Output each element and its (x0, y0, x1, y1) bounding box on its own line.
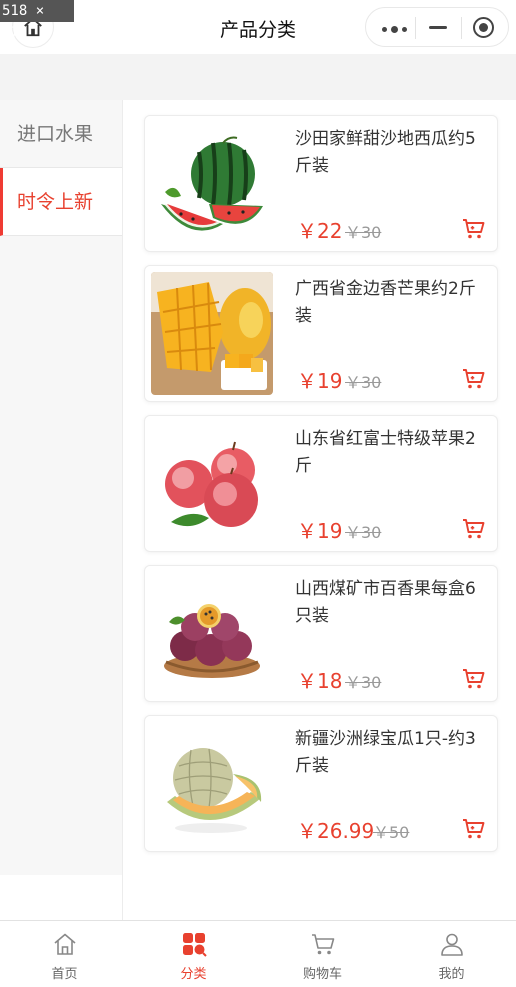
product-original-price: ￥50 (373, 823, 410, 842)
tab-profile[interactable]: 我的 (387, 921, 516, 987)
more-options-icon[interactable] (382, 26, 407, 33)
header-spacer (0, 54, 516, 100)
product-original-price: ￥30 (345, 373, 382, 392)
product-original-price: ￥30 (345, 673, 382, 692)
product-price: ￥19 (297, 369, 343, 393)
close-mini-program-icon[interactable] (473, 17, 494, 38)
tab-label: 我的 (438, 967, 465, 982)
tab-label: 分类 (180, 967, 207, 982)
add-to-cart-icon[interactable] (462, 667, 486, 691)
tab-label: 购物车 (302, 967, 342, 982)
add-to-cart-icon[interactable] (462, 367, 486, 391)
navigation-bar: 产品分类 (0, 0, 516, 54)
tab-category[interactable]: 分类 (129, 921, 258, 987)
cart-icon (311, 934, 334, 955)
product-card[interactable]: 沙田家鲜甜沙地西瓜约5斤装 ￥22 ￥30 (144, 115, 498, 252)
product-image-mango[interactable] (151, 272, 273, 395)
product-original-price: ￥30 (345, 523, 382, 542)
product-name[interactable]: 广西省金边香芒果约2斤装 (295, 276, 487, 330)
product-card[interactable]: 山东省红富士特级苹果2斤 ￥19 ￥30 (144, 415, 498, 552)
product-price: ￥18 (297, 669, 343, 693)
product-card[interactable]: 新疆沙洲绿宝瓜1只-约3斤装 ￥26.99 ￥50 (144, 715, 498, 852)
product-name[interactable]: 新疆沙洲绿宝瓜1只-约3斤装 (295, 726, 487, 780)
dimension-badge: 518 × 975 (0, 0, 74, 41)
sidebar-bottom-area (0, 875, 122, 920)
product-name[interactable]: 沙田家鲜甜沙地西瓜约5斤装 (295, 126, 487, 180)
product-name[interactable]: 山西煤矿市百香果每盒6只装 (295, 576, 487, 630)
tab-label: 首页 (51, 967, 78, 982)
product-card[interactable]: 山西煤矿市百香果每盒6只装 ￥18 ￥30 (144, 565, 498, 702)
product-price: ￥26.99 (297, 819, 375, 843)
product-card[interactable]: 广西省金边香芒果约2斤装 ￥19 ￥30 (144, 265, 498, 402)
user-icon (440, 933, 463, 956)
capsule-divider (415, 17, 416, 39)
product-image-melon[interactable] (151, 722, 273, 845)
product-price: ￥22 (297, 219, 343, 243)
tab-home[interactable]: 首页 (0, 921, 129, 987)
minimize-icon[interactable] (429, 26, 447, 29)
product-image-apple[interactable] (151, 422, 273, 545)
product-original-price: ￥30 (345, 223, 382, 242)
tab-cart[interactable]: 购物车 (258, 921, 387, 987)
product-name[interactable]: 山东省红富士特级苹果2斤 (295, 426, 487, 480)
product-price: ￥19 (297, 519, 343, 543)
category-sidebar: 进口水果 时令上新 (0, 100, 122, 875)
category-grid-icon (182, 933, 207, 957)
mini-program-capsule (365, 7, 509, 47)
capsule-divider (461, 17, 462, 39)
add-to-cart-icon[interactable] (462, 517, 486, 541)
add-to-cart-icon[interactable] (462, 817, 486, 841)
bottom-tab-bar: 首页 分类 购物车 我的 (0, 920, 516, 986)
product-image-watermelon[interactable] (151, 122, 273, 245)
add-to-cart-icon[interactable] (462, 217, 486, 241)
sidebar-item-imported-fruit[interactable]: 进口水果 (0, 100, 122, 168)
home-icon (53, 933, 76, 955)
product-image-passion-fruit[interactable] (151, 572, 273, 695)
sidebar-item-seasonal-new[interactable]: 时令上新 (0, 168, 122, 236)
